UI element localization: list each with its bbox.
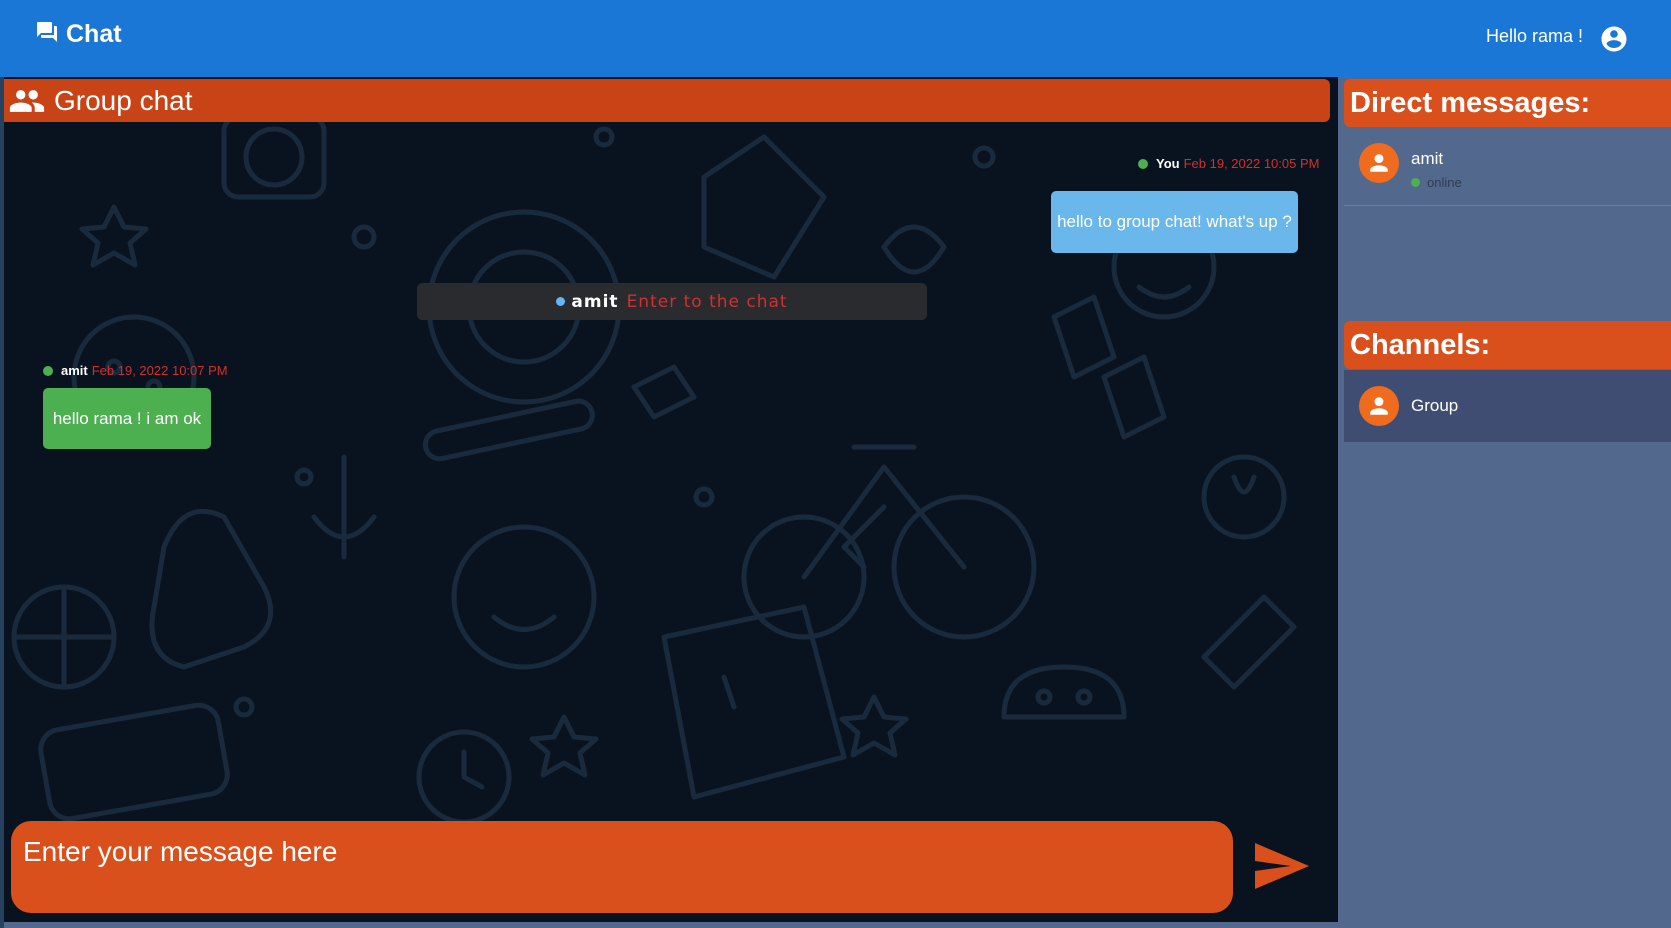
- message-time: Feb 19, 2022 10:05 PM: [1183, 156, 1320, 171]
- chat-title: Group chat: [54, 84, 193, 116]
- message-bubble: hello to group chat! what's up ?: [1051, 191, 1298, 253]
- message-input[interactable]: [11, 821, 1233, 913]
- message-sender: amit: [61, 363, 88, 378]
- system-notice: amit Enter to the chat: [417, 283, 927, 320]
- channel-item[interactable]: Group: [1344, 370, 1671, 442]
- channel-name: Group: [1411, 396, 1459, 415]
- group-icon: [8, 87, 46, 115]
- online-dot-icon: [1411, 178, 1420, 187]
- direct-messages-header: Direct messages:: [1344, 79, 1671, 127]
- account-circle-icon[interactable]: [1599, 24, 1629, 59]
- avatar: [1359, 143, 1399, 183]
- status-dot-icon: [556, 297, 566, 306]
- brand-title: Chat: [66, 20, 122, 48]
- user-greeting: Hello rama !: [1485, 26, 1583, 46]
- message-time: Feb 19, 2022 10:07 PM: [91, 363, 228, 378]
- send-icon[interactable]: [1253, 841, 1311, 896]
- chat-header: Group chat: [4, 79, 1330, 122]
- status-text: online: [1427, 175, 1462, 190]
- message-meta: You Feb 19, 2022 10:05 PM: [1138, 156, 1319, 171]
- forum-icon: [34, 20, 60, 49]
- contact-status: online: [1411, 175, 1462, 190]
- notice-action: Enter to the chat: [626, 291, 788, 312]
- online-dot-icon: [43, 365, 53, 376]
- message-meta: amit Feb 19, 2022 10:07 PM: [43, 363, 228, 378]
- channels-header: Channels:: [1344, 321, 1671, 369]
- message-sender: You: [1156, 156, 1180, 171]
- message-bubble: hello rama ! i am ok: [43, 388, 211, 449]
- top-navbar: Chat Hello rama !: [0, 0, 1671, 77]
- direct-message-item[interactable]: amit online: [1344, 143, 1671, 206]
- avatar: [1359, 386, 1399, 426]
- contact-name: amit: [1411, 149, 1444, 168]
- chat-panel: Group chat You Feb 19, 2022 10:05 PM hel…: [4, 77, 1338, 922]
- brand[interactable]: Chat: [34, 20, 122, 49]
- online-dot-icon: [1138, 158, 1148, 169]
- notice-user: amit: [571, 291, 619, 312]
- sidebar: Direct messages: amit online Channels: G…: [1344, 77, 1671, 928]
